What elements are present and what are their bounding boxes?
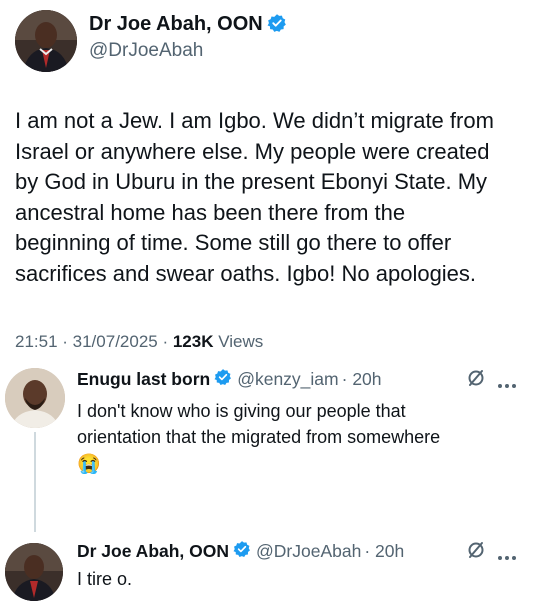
more-icon[interactable]	[497, 548, 517, 566]
tweet-text-line: I am not a Jew. I am Igbo. We didn’t mig…	[15, 108, 494, 133]
reply-text: I tire o.	[77, 566, 527, 592]
tweet-text-line: ancestral home has been there from the	[15, 199, 406, 225]
tweet-text-line: beginning of time. Some still go there t…	[15, 230, 452, 256]
reply-author-name[interactable]: Enugu last born	[77, 369, 210, 390]
views-label: Views	[213, 332, 264, 351]
reply-author-name[interactable]: Dr Joe Abah, OON	[77, 541, 229, 562]
grok-icon[interactable]	[466, 540, 486, 565]
reply-author-avatar[interactable]	[5, 543, 63, 601]
reply-header: Enugu last born @kenzy_iam · 20h	[77, 368, 382, 391]
reply-text-line: orientation that the migrated from somew…	[77, 427, 441, 447]
verified-badge-icon	[214, 368, 232, 391]
reply-author-handle[interactable]: @DrJoeAbah	[256, 541, 361, 562]
reply-text: I don't know who is giving our people th…	[77, 398, 527, 480]
main-author-handle[interactable]: @DrJoeAbah	[89, 40, 203, 62]
verified-badge-icon	[267, 13, 287, 38]
tweet-meta: 21:51 · 31/07/2025 · 123K Views	[15, 332, 263, 352]
more-icon[interactable]	[497, 376, 517, 394]
main-author-name[interactable]: Dr Joe Abah, OON	[89, 13, 263, 35]
verified-badge-icon	[233, 540, 251, 563]
main-tweet-text: I am not a Jew. I am Igbo. We didn’t mig…	[15, 106, 530, 290]
reply-time[interactable]: · 20h	[364, 541, 404, 562]
reply-author-handle[interactable]: @kenzy_iam	[237, 369, 338, 390]
reply-author-avatar[interactable]	[5, 368, 65, 428]
thread-line	[34, 432, 36, 532]
grok-icon[interactable]	[466, 368, 486, 393]
tweet-text-line: Israel or anywhere else. My people were …	[15, 138, 490, 164]
reply-text-line: I tire o.	[77, 569, 133, 589]
main-author-avatar[interactable]	[15, 10, 77, 72]
reply-text-line: I don't know who is giving our people th…	[77, 401, 406, 421]
tweet-text-line: by God in Uburu in the present Ebonyi St…	[15, 169, 488, 195]
views-count: 123K	[172, 332, 214, 351]
reply-time[interactable]: · 20h	[342, 369, 382, 390]
tweet-text-line: sacrifices and swear oaths. Igbo! No apo…	[15, 260, 477, 286]
crying-emoji: 😭	[77, 454, 101, 475]
reply-header: Dr Joe Abah, OON @DrJoeAbah · 20h	[77, 540, 404, 563]
tweet-timestamp[interactable]: 21:51 · 31/07/2025 ·	[15, 332, 173, 351]
